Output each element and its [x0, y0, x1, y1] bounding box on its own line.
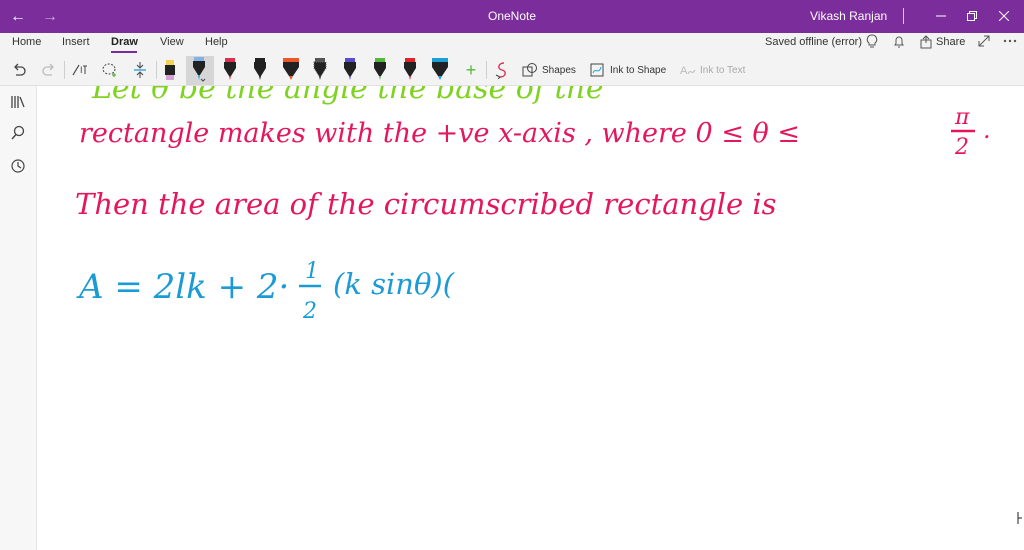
add-pen-button[interactable]: + — [462, 58, 480, 82]
tab-insert[interactable]: Insert — [62, 36, 90, 48]
title-bar: ← → OneNote Vikash Ranjan — [0, 0, 1024, 33]
ink-half-denominator: 2 — [302, 299, 317, 324]
pen-blue-active-icon[interactable] — [191, 57, 207, 82]
bell-icon[interactable] — [893, 34, 905, 53]
search-icon[interactable] — [8, 123, 28, 143]
share-button[interactable]: Share — [936, 36, 965, 48]
pencil-icon[interactable] — [312, 58, 328, 82]
undo-icon[interactable] — [10, 58, 28, 82]
pen-red-icon[interactable] — [402, 58, 418, 82]
text-cursor-icon — [1017, 511, 1024, 530]
lasso-select-icon[interactable] — [100, 58, 120, 82]
ink-to-text-label: Ink to Text — [700, 64, 746, 76]
expand-icon[interactable] — [977, 34, 991, 51]
tab-home[interactable]: Home — [12, 36, 41, 48]
shapes-button[interactable]: Shapes — [522, 58, 576, 82]
draw-toolbar: I + Shapes Ink to Shape A Ink to Text — [0, 55, 1024, 86]
ink-line-3: A = 2lk + 2· — [76, 267, 289, 307]
ink-line-2: Then the area of the circumscribed recta… — [75, 187, 777, 221]
note-canvas[interactable]: Let θ be the angle the base of the recta… — [37, 86, 1024, 550]
tab-help[interactable]: Help — [205, 36, 228, 48]
ink-period: . — [983, 116, 991, 144]
toolbar-divider — [64, 61, 65, 79]
ink-frac-numerator: π — [954, 105, 970, 130]
restore-icon[interactable] — [961, 6, 983, 26]
type-select-icon[interactable]: I — [70, 58, 90, 82]
ink-line-3-tail: (k sinθ)( — [333, 267, 455, 301]
tab-draw[interactable]: Draw — [111, 36, 138, 48]
ink-frac-denominator: 2 — [954, 135, 969, 160]
ink-to-text-button[interactable]: A Ink to Text — [680, 58, 745, 82]
ink-to-shape-button[interactable]: Ink to Shape — [590, 58, 666, 82]
tab-view[interactable]: View — [160, 36, 184, 48]
ink-to-shape-label: Ink to Shape — [610, 64, 667, 76]
ink-line-0: Let θ be the angle the base of the — [91, 86, 604, 106]
minimize-icon[interactable] — [930, 6, 952, 26]
svg-text:A: A — [680, 65, 688, 77]
pen-black-icon[interactable] — [252, 58, 268, 82]
pen-pink-icon[interactable] — [222, 58, 238, 82]
marker-cyan-icon[interactable] — [430, 58, 450, 82]
redo-icon[interactable] — [40, 58, 58, 82]
pen-purple-icon[interactable] — [342, 58, 358, 82]
recent-notes-icon[interactable] — [8, 156, 28, 176]
navigation-sidebar — [0, 86, 37, 550]
add-space-icon[interactable] — [130, 58, 150, 82]
pen-green-icon[interactable] — [372, 58, 388, 82]
close-icon[interactable] — [993, 6, 1015, 26]
notebooks-icon[interactable] — [8, 92, 28, 112]
more-options-icon[interactable] — [1003, 34, 1017, 51]
titlebar-divider — [903, 8, 904, 24]
ink-line-1: rectangle makes with the +ve x-axis , wh… — [79, 118, 800, 149]
shapes-label: Shapes — [542, 64, 576, 76]
sync-status[interactable]: Saved offline (error) — [765, 36, 862, 48]
svg-text:I: I — [80, 65, 83, 75]
toolbar-divider — [486, 61, 487, 79]
lightbulb-icon[interactable] — [866, 34, 878, 53]
marker-orange-icon[interactable] — [281, 58, 301, 82]
ink-replay-icon[interactable] — [492, 58, 512, 82]
toolbar-divider — [156, 61, 157, 79]
ink-half-numerator: 1 — [305, 259, 319, 284]
share-icon[interactable] — [920, 34, 934, 53]
highlighter-yellow-icon[interactable] — [162, 58, 178, 82]
user-name[interactable]: Vikash Ranjan — [810, 9, 887, 23]
active-tab-indicator — [111, 51, 137, 53]
